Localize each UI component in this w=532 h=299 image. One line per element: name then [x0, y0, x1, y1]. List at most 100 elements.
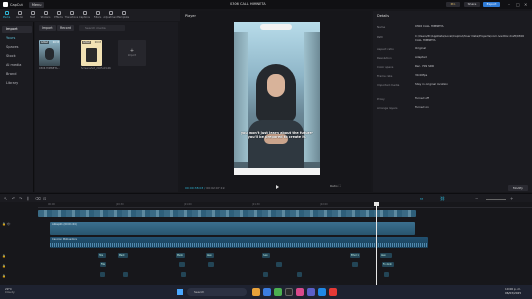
text-clip[interactable]: Fn dodn: [382, 262, 394, 267]
playhead[interactable]: [374, 202, 379, 285]
media-search-input[interactable]: Search media: [79, 25, 125, 31]
text-clip[interactable]: Munk: [176, 253, 185, 258]
record-button[interactable]: Record: [57, 25, 75, 31]
wall-right: [304, 32, 320, 162]
tool-filters[interactable]: Filters: [91, 9, 104, 21]
undo-icon[interactable]: ↶: [12, 196, 15, 201]
weather-widget[interactable]: 29°C Cloudy: [5, 287, 15, 295]
export-button[interactable]: Export: [483, 2, 500, 7]
snap-icon[interactable]: ⇔: [420, 196, 423, 201]
text-clip[interactable]: Ment: [118, 253, 128, 258]
text-clip[interactable]: Eltud 1: [350, 253, 360, 258]
text-clip[interactable]: Alex: [380, 253, 392, 258]
delete-icon[interactable]: ⌫: [35, 196, 41, 201]
detail-key: Aspect ratio: [377, 47, 394, 51]
lock-icon[interactable]: 🔒: [2, 222, 6, 226]
sidebar-item-ai-media[interactable]: AI media: [2, 62, 32, 69]
sidebar-item-stock[interactable]: Stock: [2, 53, 32, 60]
windows-taskbar: 29°C Cloudy Search 10:06 p. m. 06/03/202…: [0, 285, 532, 299]
ratio-button[interactable]: Ratio: [330, 184, 338, 188]
import-drop-tile[interactable]: + Import: [118, 40, 146, 66]
teams-icon[interactable]: [307, 288, 315, 296]
details-panel: Details Name 0306 CALL HIMNETA Path C:/Use…: [373, 11, 532, 192]
file-explorer-icon[interactable]: [252, 288, 260, 296]
detail-value: Stay in original location: [415, 82, 449, 86]
text-clip[interactable]: Flla: [100, 262, 106, 267]
text-clip[interactable]: [276, 262, 282, 267]
app-window: CapCut Menu 0306 CALL HIMNETA Pro Share …: [0, 0, 532, 299]
text-clip[interactable]: [181, 272, 186, 277]
video-preview[interactable]: you won't just learn about the future- y…: [234, 22, 320, 175]
sidebar-item-library[interactable]: Library: [2, 80, 32, 87]
windows-start-icon[interactable]: [177, 289, 183, 295]
text-clip[interactable]: [263, 272, 268, 277]
import-button[interactable]: Import: [39, 25, 56, 31]
taskbar-clock[interactable]: 10:06 p. m. 06/03/2025: [505, 287, 522, 295]
sidebar-item-yours[interactable]: Yours: [2, 35, 32, 42]
text-clip[interactable]: [123, 272, 128, 277]
link-icon[interactable]: ⛓: [440, 196, 445, 201]
tool-captions[interactable]: Captions: [78, 9, 91, 21]
edge-icon[interactable]: [263, 288, 271, 296]
zoom-in-icon[interactable]: +: [510, 196, 513, 201]
tool-effects[interactable]: Effects: [52, 9, 65, 21]
tool-transitions[interactable]: Transitions: [65, 9, 78, 21]
pro-button[interactable]: Pro: [446, 2, 460, 7]
share-button[interactable]: Share: [464, 2, 480, 7]
eye-icon[interactable]: 👁: [7, 222, 11, 226]
lock-icon[interactable]: 🔒: [2, 254, 6, 258]
sidebar-item-import[interactable]: Import: [2, 26, 32, 33]
clock-date: 06/03/2025: [505, 290, 522, 295]
media-thumb-image[interactable]: Added 00:03: [81, 40, 102, 66]
cover-strip[interactable]: [38, 210, 416, 217]
text-clip[interactable]: Ivan: [262, 253, 270, 258]
video-top-badge: [260, 24, 292, 30]
fullscreen-icon[interactable]: ⛶: [339, 184, 341, 188]
text-clip[interactable]: [384, 272, 389, 277]
audio-clip[interactable]: Cancion Motivadora: [50, 237, 428, 248]
capcut-taskbar-icon[interactable]: [285, 288, 293, 296]
store-icon[interactable]: [318, 288, 326, 296]
text-clip[interactable]: Hos: [98, 253, 106, 258]
app-taskbar-icon[interactable]: [296, 288, 304, 296]
modify-button[interactable]: Modify: [508, 185, 528, 191]
detail-row: Name 0306 CALL HIMNETA: [377, 24, 527, 29]
lock-icon[interactable]: 🔒: [2, 264, 6, 268]
split-icon[interactable]: ⫼: [27, 196, 29, 201]
sidebar-item-spaces[interactable]: Spaces: [2, 44, 32, 51]
tool-audio[interactable]: Audio: [13, 9, 26, 21]
detail-key: Arrange layers: [377, 106, 398, 110]
taskbar-search-input[interactable]: Search: [187, 288, 247, 296]
media-thumb-video[interactable]: Added 00:33: [39, 40, 60, 66]
crop-icon[interactable]: ⊡: [43, 196, 46, 201]
text-clip[interactable]: [208, 262, 214, 267]
zoom-out-icon[interactable]: −: [475, 196, 478, 201]
tool-stickers[interactable]: Stickers: [39, 9, 52, 21]
redo-icon[interactable]: ↷: [19, 196, 22, 201]
chrome-icon[interactable]: [274, 288, 282, 296]
sidebar-item-brand[interactable]: Brand: [2, 71, 32, 78]
tool-label: Captions: [79, 16, 90, 19]
minimize-button[interactable]: –: [508, 2, 510, 7]
tool-media[interactable]: Media: [0, 9, 13, 21]
select-tool-icon[interactable]: ↖: [4, 196, 7, 201]
tool-template[interactable]: Template: [117, 9, 130, 21]
detail-row: Path C:/Users/Pc/AppData/Local/CapCut/Use…: [377, 34, 527, 41]
close-button[interactable]: ✕: [524, 2, 527, 7]
play-icon[interactable]: [276, 185, 279, 189]
text-clip[interactable]: [352, 262, 358, 267]
lock-icon[interactable]: 🔒: [2, 274, 6, 278]
maximize-button[interactable]: □: [516, 2, 520, 7]
media-player-icon[interactable]: [329, 288, 337, 296]
player-timecode: 00:00:38:03 / 00:02:07:19: [185, 186, 225, 190]
video-clip[interactable]: Ailkep01 (00:01:04): [50, 222, 415, 235]
menu-button[interactable]: Menu: [28, 1, 45, 8]
text-clip[interactable]: [179, 262, 185, 267]
zoom-slider[interactable]: [486, 199, 506, 200]
tool-text[interactable]: Text: [26, 9, 39, 21]
detail-row: Proxy Turned off: [377, 96, 527, 101]
text-clip[interactable]: [297, 272, 302, 277]
text-clip[interactable]: Alex: [206, 253, 214, 258]
text-clip[interactable]: [100, 272, 105, 277]
tool-adjustment[interactable]: Adjustment: [103, 9, 118, 21]
